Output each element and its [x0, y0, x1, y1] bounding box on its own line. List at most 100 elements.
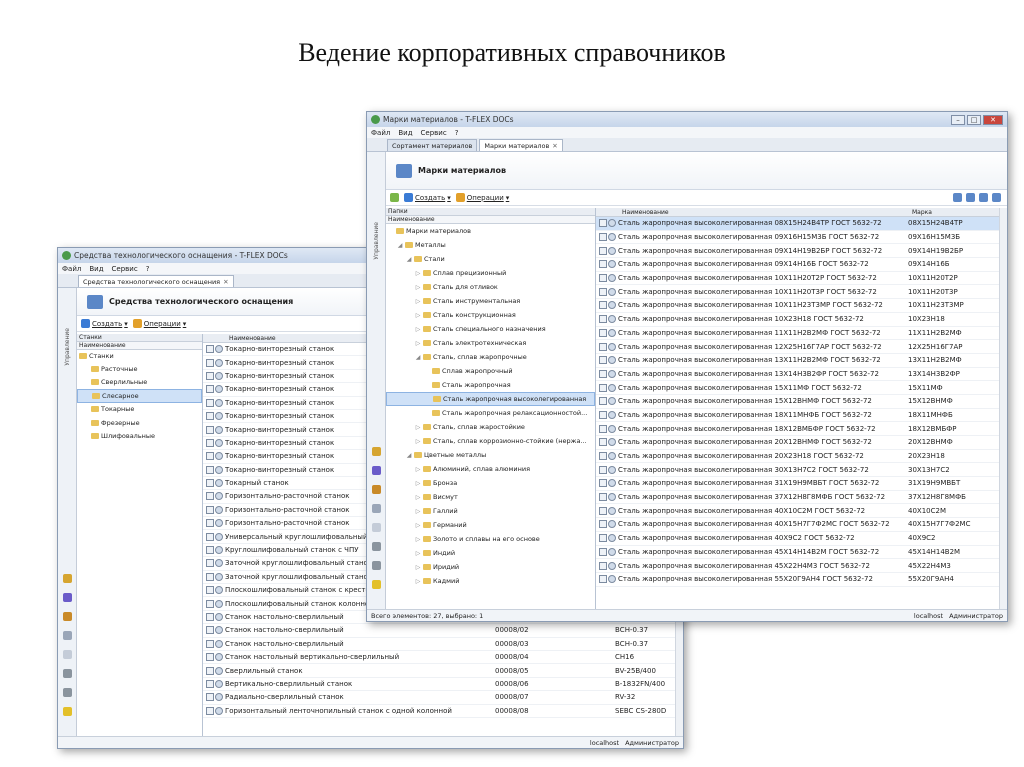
menu-view[interactable]: Вид — [398, 129, 412, 137]
tree-item[interactable]: Фрезерные — [77, 416, 202, 430]
maximize-button[interactable]: □ — [967, 114, 981, 125]
tree-item[interactable]: ▷ Сталь электротехническая — [386, 336, 595, 350]
table-row[interactable]: Сталь жаропрочная высоколегированная 40Х… — [596, 504, 999, 519]
menu-file[interactable]: Файл — [62, 265, 81, 273]
wrench-icon[interactable] — [62, 688, 72, 697]
link-icon[interactable] — [62, 631, 72, 640]
expand-arrow-icon[interactable]: ▷ — [415, 550, 421, 557]
expand-arrow-icon[interactable]: ◢ — [397, 242, 403, 249]
brush-icon[interactable] — [62, 574, 72, 583]
tree-item[interactable]: ◢ Сталь, сплав жаропрочные — [386, 350, 595, 364]
expand-arrow-icon[interactable]: ▷ — [415, 494, 421, 501]
tree-item[interactable]: ◢ Цветные металлы — [386, 448, 595, 462]
tree-item[interactable]: ▷ Индий — [386, 546, 595, 560]
table-row[interactable]: Сталь жаропрочная высоколегированная 40Х… — [596, 518, 999, 532]
tree-item[interactable]: ▷ Золото и сплавы на его основе — [386, 532, 595, 546]
menu-file[interactable]: Файл — [371, 129, 390, 137]
vertical-scrollbar[interactable] — [999, 208, 1007, 609]
tree-item[interactable]: ▷ Сталь конструкционная — [386, 308, 595, 322]
expand-arrow-icon[interactable]: ▷ — [415, 438, 421, 445]
brush-icon[interactable] — [371, 447, 381, 456]
expand-arrow-icon[interactable]: ▷ — [415, 578, 421, 585]
table-row[interactable]: Сталь жаропрочная высоколегированная 13Х… — [596, 354, 999, 368]
tree-item[interactable]: ▷ Сталь, сплав коррозионно-стойкие (нержа… — [386, 434, 595, 448]
tab-close-icon[interactable]: ✕ — [223, 278, 228, 286]
tools-icon[interactable] — [62, 669, 72, 678]
tree-item[interactable]: Марки материалов — [386, 224, 595, 238]
filter-icon[interactable] — [979, 193, 988, 202]
expand-arrow-icon[interactable]: ◢ — [406, 452, 412, 459]
table-row[interactable]: Сталь жаропрочная высоколегированная 30Х… — [596, 463, 999, 478]
table-row[interactable]: Сталь жаропрочная высоколегированная 15Х… — [596, 395, 999, 409]
tree-item[interactable]: ▷ Сталь специального назначения — [386, 322, 595, 336]
wrench-icon[interactable] — [371, 561, 381, 570]
tree-item[interactable]: Сверлильные — [77, 376, 202, 390]
box-icon[interactable] — [371, 485, 381, 494]
tree-item[interactable]: ▷ Алюминий, сплав алюминия — [386, 462, 595, 476]
refresh-icon[interactable] — [390, 193, 399, 202]
tree-item[interactable]: ▷ Сплав прецизионный — [386, 266, 595, 280]
tree-item[interactable]: Слесарное — [77, 389, 202, 403]
table-row[interactable]: Сталь жаропрочная высоколегированная 45Х… — [596, 546, 999, 560]
expand-arrow-icon[interactable]: ▷ — [415, 340, 421, 347]
tab-assortment[interactable]: Сортамент материалов — [387, 139, 478, 151]
tab-material-grades[interactable]: Марки материалов ✕ — [479, 139, 563, 151]
expand-arrow-icon[interactable]: ▷ — [415, 326, 421, 333]
table-row[interactable]: Станок настольный вертикально-сверлильны… — [203, 651, 675, 665]
tree-item[interactable]: ▷ Бронза — [386, 476, 595, 490]
tree-item[interactable]: Сталь жаропрочная — [386, 378, 595, 392]
expand-arrow-icon[interactable]: ◢ — [406, 256, 412, 263]
minimize-button[interactable]: – — [951, 114, 965, 125]
menu-help[interactable]: ? — [455, 129, 459, 137]
table-row[interactable]: Сталь жаропрочная высоколегированная 10Х… — [596, 272, 999, 286]
table-row[interactable]: Сталь жаропрочная высоколегированная 11Х… — [596, 327, 999, 341]
expand-arrow-icon[interactable]: ▷ — [415, 424, 421, 431]
table-row[interactable]: Сталь жаропрочная высоколегированная 31Х… — [596, 477, 999, 491]
printer-icon[interactable] — [62, 650, 72, 659]
operations-button[interactable]: Операции ▾ — [455, 193, 509, 202]
table-row[interactable]: Сталь жаропрочная высоколегированная 20Х… — [596, 450, 999, 464]
table-row[interactable]: Вертикально-сверлильный станок 00008/06 B-… — [203, 678, 675, 692]
close-button[interactable]: ✕ — [983, 114, 1003, 125]
expand-arrow-icon[interactable]: ▷ — [415, 536, 421, 543]
table-row[interactable]: Сталь жаропрочная высоколегированная 12Х… — [596, 340, 999, 354]
menu-service[interactable]: Сервис — [421, 129, 447, 137]
tree-item[interactable]: ▷ Иридий — [386, 560, 595, 574]
table-row[interactable]: Радиально-сверлильный станок 00008/07 RV-3… — [203, 691, 675, 705]
view-icon[interactable] — [966, 193, 975, 202]
expand-arrow-icon[interactable]: ▷ — [415, 522, 421, 529]
table-row[interactable]: Сталь жаропрочная высоколегированная 40Х… — [596, 532, 999, 546]
tree-item[interactable]: Сталь жаропрочная высоколегированная — [386, 392, 595, 406]
tree-item[interactable]: ▷ Сталь для отливок — [386, 280, 595, 294]
warning-icon[interactable] — [371, 580, 381, 589]
expand-arrow-icon[interactable]: ▷ — [415, 480, 421, 487]
operations-button[interactable]: Операции ▾ — [132, 319, 186, 328]
menu-help[interactable]: ? — [146, 265, 150, 273]
table-row[interactable]: Сталь жаропрочная высоколегированная 08Х… — [596, 217, 999, 231]
expand-arrow-icon[interactable]: ▷ — [415, 270, 421, 277]
table-row[interactable]: Горизонтальный ленточнопильный станок с … — [203, 705, 675, 718]
create-button[interactable]: Создать ▾ — [404, 193, 451, 202]
tree-item[interactable]: ◢ Металлы — [386, 238, 595, 252]
create-button[interactable]: Создать ▾ — [81, 319, 128, 328]
tree-item[interactable]: ▷ Германий — [386, 518, 595, 532]
tree-item[interactable]: Станки — [77, 350, 202, 362]
table-row[interactable]: Сталь жаропрочная высоколегированная 45Х… — [596, 559, 999, 573]
tree-item[interactable]: ▷ Кадмий — [386, 574, 595, 588]
table-row[interactable]: Сталь жаропрочная высоколегированная 20Х… — [596, 436, 999, 450]
table-row[interactable]: Сталь жаропрочная высоколегированная 15Х… — [596, 381, 999, 395]
table-row[interactable]: Станок настольно-сверлильный 00008/02 ВСН-… — [203, 624, 675, 638]
tree-item[interactable]: Расточные — [77, 362, 202, 376]
expand-arrow-icon[interactable]: ▷ — [415, 564, 421, 571]
cube-icon[interactable] — [371, 466, 381, 475]
table-row[interactable]: Сталь жаропрочная высоколегированная 09Х… — [596, 231, 999, 245]
table-row[interactable]: Сталь жаропрочная высоколегированная 09Х… — [596, 258, 999, 272]
table-row[interactable]: Сталь жаропрочная высоколегированная 10Х… — [596, 299, 999, 313]
sync-icon[interactable] — [992, 193, 1001, 202]
tab-close-icon[interactable]: ✕ — [552, 142, 557, 150]
table-row[interactable]: Сталь жаропрочная высоколегированная 37Х… — [596, 491, 999, 505]
table-row[interactable]: Сталь жаропрочная высоколегированная 18Х… — [596, 422, 999, 436]
table-row[interactable]: Сталь жаропрочная высоколегированная 09Х… — [596, 244, 999, 259]
table-row[interactable]: Сталь жаропрочная высоколегированная 10Х… — [596, 313, 999, 327]
tree-item[interactable]: ▷ Сталь, сплав жаростойкие — [386, 420, 595, 434]
